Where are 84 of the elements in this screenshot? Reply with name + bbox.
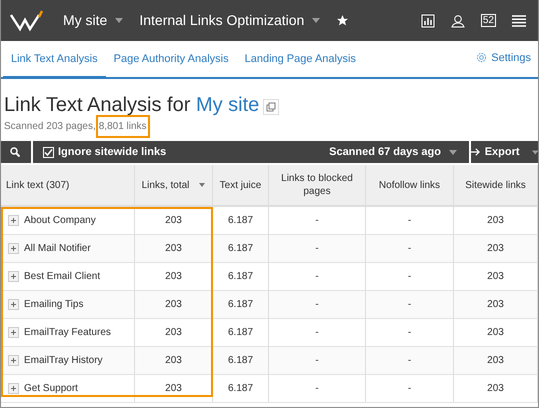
arrow-icon — [471, 147, 481, 157]
table-cell: 203 — [135, 347, 213, 374]
column-header[interactable]: Text juice — [213, 165, 269, 205]
ignore-sitewide-checkbox[interactable]: Ignore sitewide links — [43, 144, 166, 160]
links-count: 8,801 links — [96, 114, 150, 138]
table-cell: Emailing Tips — [1, 291, 135, 318]
tab[interactable]: Page Authority Analysis — [106, 41, 237, 77]
table-cell: 203 — [454, 347, 538, 374]
report-icon[interactable] — [420, 14, 435, 28]
expand-icon[interactable] — [8, 299, 19, 310]
expand-icon[interactable] — [8, 383, 19, 394]
gear-icon — [476, 52, 488, 64]
page-title: Link Text Analysis for My site — [4, 93, 260, 117]
column-header[interactable]: Nofollow links — [366, 165, 454, 205]
table-cell: - — [366, 375, 454, 402]
table-cell: - — [269, 235, 366, 262]
copy-icon[interactable] — [263, 99, 280, 115]
table-cell: 203 — [454, 375, 538, 402]
table-cell: - — [269, 319, 366, 346]
checkbox[interactable] — [43, 146, 54, 158]
table-cell: - — [269, 291, 366, 318]
table-cell: EmailTray History — [1, 347, 135, 374]
notification-badge[interactable]: 52 — [480, 14, 496, 27]
search-icon — [10, 147, 20, 157]
column-header[interactable]: Links to blocked pages — [269, 165, 366, 205]
table-cell: 6.187 — [213, 207, 269, 234]
column-header[interactable]: Links, total — [135, 165, 213, 205]
table-cell: 203 — [135, 263, 213, 290]
table-cell: 203 — [135, 207, 213, 234]
scan-date-dropdown[interactable]: Scanned 67 days ago — [329, 144, 457, 160]
table-cell: - — [366, 347, 454, 374]
site-dropdown[interactable]: My site — [63, 10, 124, 31]
table-cell: 6.187 — [213, 235, 269, 262]
star-icon[interactable] — [336, 14, 350, 27]
export-button[interactable]: Export — [469, 141, 538, 163]
table-cell: 203 — [135, 291, 213, 318]
caret-icon — [312, 18, 320, 23]
caret-icon — [532, 150, 538, 154]
expand-icon[interactable] — [8, 215, 19, 226]
table-cell: - — [269, 375, 366, 402]
caret-icon — [449, 150, 457, 154]
table-cell: 203 — [454, 291, 538, 318]
table-cell: 203 — [454, 263, 538, 290]
table-cell: 6.187 — [213, 291, 269, 318]
table-cell: - — [366, 263, 454, 290]
caret-icon — [115, 18, 124, 23]
sort-icon — [199, 183, 206, 187]
tab[interactable]: Link Text Analysis — [3, 43, 106, 79]
table-cell: 203 — [135, 319, 213, 346]
table-cell: 6.187 — [213, 319, 269, 346]
table-cell: - — [366, 235, 454, 262]
expand-icon[interactable] — [8, 327, 19, 338]
table-cell: 203 — [135, 235, 213, 262]
module-dropdown[interactable]: Internal Links Optimization — [139, 10, 320, 31]
settings-link[interactable]: Settings — [476, 50, 531, 66]
table-cell: EmailTray Features — [1, 319, 135, 346]
user-icon[interactable] — [450, 14, 465, 28]
column-header[interactable]: Sitewide links — [454, 165, 538, 205]
table-cell: - — [366, 291, 454, 318]
table-cell: - — [269, 207, 366, 234]
table-cell: 203 — [454, 319, 538, 346]
column-header[interactable]: Link text (307) — [1, 165, 135, 205]
table-cell: - — [366, 319, 454, 346]
table-cell: - — [366, 207, 454, 234]
check-icon — [44, 148, 53, 156]
site-link[interactable]: My site — [196, 94, 260, 116]
table-cell: Best Email Client — [1, 263, 135, 290]
expand-icon[interactable] — [8, 243, 19, 254]
table-cell: 203 — [454, 235, 538, 262]
table-cell: Get Support — [1, 375, 135, 402]
expand-icon[interactable] — [8, 355, 19, 366]
table-cell: 203 — [135, 375, 213, 402]
table-cell: 203 — [454, 207, 538, 234]
table-cell: 6.187 — [213, 347, 269, 374]
table-cell: About Company — [1, 207, 135, 234]
table-cell: 6.187 — [213, 263, 269, 290]
table-cell: All Mail Notifier — [1, 235, 135, 262]
table-cell: - — [269, 347, 366, 374]
table-cell: 6.187 — [213, 375, 269, 402]
tab[interactable]: Landing Page Analysis — [236, 41, 364, 77]
menu-icon[interactable] — [512, 14, 526, 26]
expand-icon[interactable] — [8, 271, 19, 282]
scan-summary: Scanned 203 pages, — [4, 120, 96, 134]
table-cell: - — [269, 263, 366, 290]
